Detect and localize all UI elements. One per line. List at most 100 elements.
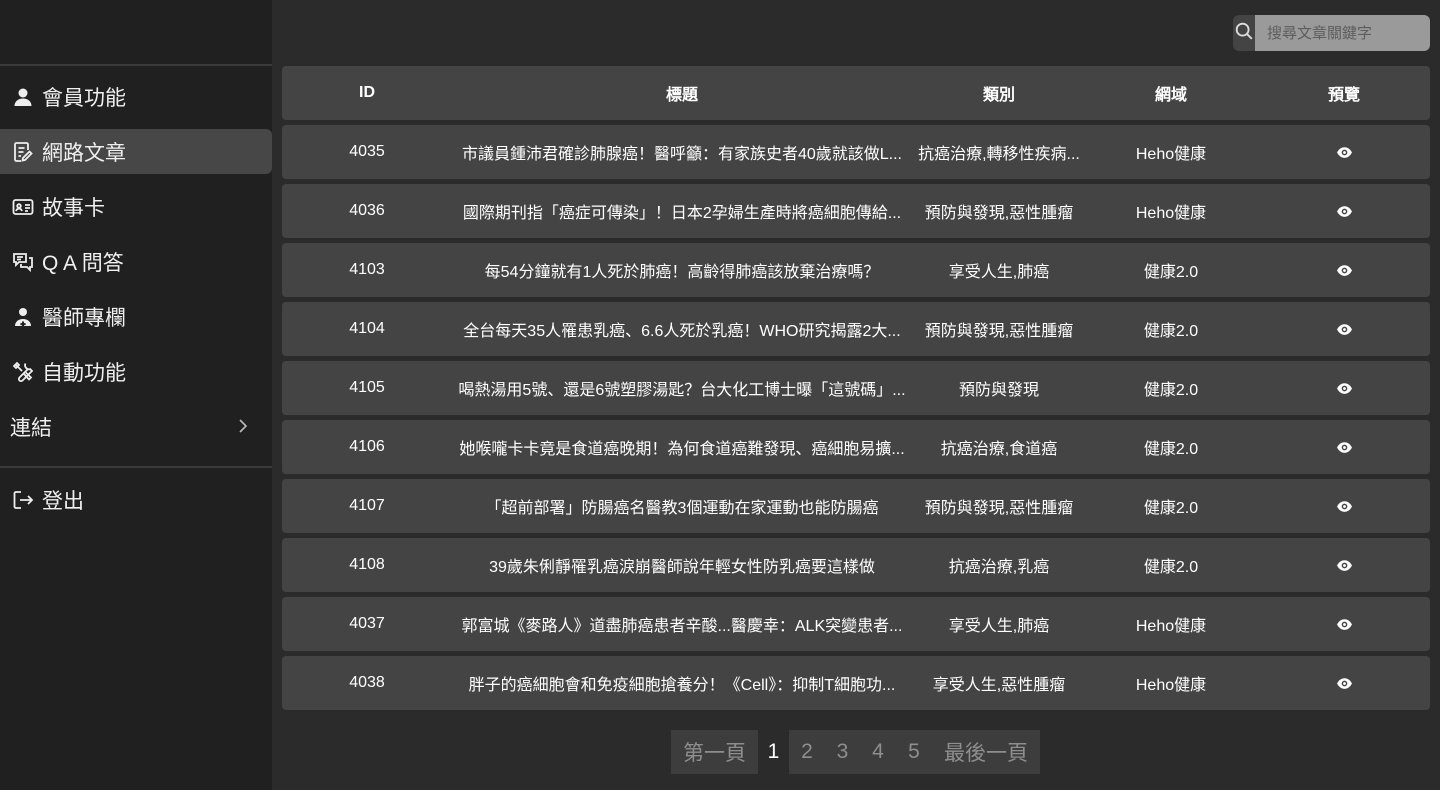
column-header-preview: 預覽 xyxy=(1327,87,1360,104)
article-domain: 健康2.0 xyxy=(1143,264,1199,281)
article-title: 國際期刊指「癌症可傳染」！日本2孕婦生產時將癌細胞傳給... xyxy=(462,205,902,222)
table-row[interactable]: 4106 她喉嚨卡卡竟是食道癌晚期！為何食道癌難發現、癌細胞易擴... 抗癌治療,食… xyxy=(282,420,1430,474)
table-row[interactable]: 4104 全台每天35人罹患乳癌、6.6人死於乳癌！WHO研究揭露2大... 預防與… xyxy=(282,302,1430,356)
preview-button[interactable] xyxy=(1282,184,1406,238)
table-row[interactable]: 4103 每54分鐘就有1人死於肺癌！高齡得肺癌該放棄治療嗎？ 享受人生,肺癌 健康2… xyxy=(282,243,1430,297)
table-row[interactable]: 4105 喝熱湯用5號、還是6號塑膠湯匙？台大化工博士曝「這號碼」... 預防與發現… xyxy=(282,361,1430,415)
id-card-icon xyxy=(10,194,36,220)
article-id: 4107 xyxy=(349,497,385,514)
preview-button[interactable] xyxy=(1282,302,1406,356)
user-icon xyxy=(10,84,36,110)
preview-button[interactable] xyxy=(1282,656,1406,710)
article-category: 抗癌治療,乳癌 xyxy=(948,559,1050,576)
article-id: 4103 xyxy=(349,261,385,278)
table-row[interactable]: 4107 「超前部署」防腸癌名醫教3個運動在家運動也能防腸癌 預防與發現,惡性腫瘤 健… xyxy=(282,479,1430,533)
table-row[interactable]: 4038 胖子的癌細胞會和免疫細胞搶養分！《Cell》：抑制T細胞功... 享受人生… xyxy=(282,656,1430,710)
sidebar-item-automation[interactable]: 自動功能 xyxy=(0,349,272,394)
chat-icon xyxy=(10,249,36,275)
eye-icon xyxy=(1336,557,1353,574)
preview-button[interactable] xyxy=(1282,361,1406,415)
sidebar-item-links[interactable]: 連結 xyxy=(0,404,272,449)
table-row[interactable]: 4037 郭富城《麥路人》道盡肺癌患者辛酸...醫慶幸：ALK突變患者... 享受人… xyxy=(282,597,1430,651)
page-button[interactable]: 2 xyxy=(789,730,825,774)
search-input[interactable] xyxy=(1255,15,1430,51)
table-row[interactable]: 4036 國際期刊指「癌症可傳染」！日本2孕婦生產時將癌細胞傳給... 預防與發現,… xyxy=(282,184,1430,238)
eye-icon xyxy=(1336,616,1353,633)
article-category: 享受人生,肺癌 xyxy=(948,264,1050,281)
eye-icon xyxy=(1336,321,1353,338)
eye-icon xyxy=(1336,380,1353,397)
sidebar-item-member[interactable]: 會員功能 xyxy=(0,74,272,119)
column-header-domain[interactable]: 網域 xyxy=(1098,66,1244,120)
eye-icon xyxy=(1336,262,1353,279)
preview-button[interactable] xyxy=(1282,538,1406,592)
eye-icon xyxy=(1336,439,1353,456)
article-title: 胖子的癌細胞會和免疫細胞搶養分！《Cell》：抑制T細胞功... xyxy=(468,677,896,694)
table-row[interactable]: 4108 39歲朱俐靜罹乳癌淚崩醫師說年輕女性防乳癌要這樣做 抗癌治療,乳癌 健康2.… xyxy=(282,538,1430,592)
sidebar-item-qa[interactable]: Q A 問答 xyxy=(0,239,272,284)
article-id: 4036 xyxy=(349,202,385,219)
article-domain: 健康2.0 xyxy=(1143,559,1199,576)
article-category: 抗癌治療,轉移性疾病... xyxy=(918,146,1080,163)
pagination: 第一頁 1 2 3 4 5 最後一頁 xyxy=(671,730,1040,774)
last-page-button[interactable]: 最後一頁 xyxy=(932,730,1040,774)
page-button[interactable]: 3 xyxy=(825,730,860,774)
article-domain: Heho健康 xyxy=(1135,146,1207,163)
doctor-icon xyxy=(10,304,36,330)
article-domain: Heho健康 xyxy=(1135,205,1207,222)
sidebar-item-story-cards[interactable]: 故事卡 xyxy=(0,184,272,229)
search-button[interactable] xyxy=(1233,15,1255,51)
article-id: 4037 xyxy=(349,615,385,632)
article-category: 預防與發現,惡性腫瘤 xyxy=(924,500,1074,517)
first-page-button[interactable]: 第一頁 xyxy=(671,730,758,774)
logout-icon xyxy=(10,487,36,513)
article-id: 4035 xyxy=(349,143,385,160)
article-title: 39歲朱俐靜罹乳癌淚崩醫師說年輕女性防乳癌要這樣做 xyxy=(489,559,875,576)
sidebar-item-label: 故事卡 xyxy=(42,196,105,220)
eye-icon xyxy=(1336,675,1353,692)
sidebar-item-label: 醫師專欄 xyxy=(42,306,126,330)
column-header-title[interactable]: 標題 xyxy=(454,66,910,120)
sidebar-divider-top xyxy=(0,64,272,66)
logout-button[interactable]: 登出 xyxy=(0,477,272,522)
article-id: 4106 xyxy=(349,438,385,455)
sidebar: 會員功能 網路文章 故事卡 Q A 問答 醫師專欄 自動功能 連結 登出 xyxy=(0,0,272,790)
preview-button[interactable] xyxy=(1282,125,1406,179)
page-button[interactable]: 4 xyxy=(860,730,896,774)
article-title: 全台每天35人罹患乳癌、6.6人死於乳癌！WHO研究揭露2大... xyxy=(463,323,901,340)
article-icon xyxy=(10,139,36,165)
article-category: 預防與發現,惡性腫瘤 xyxy=(924,205,1074,222)
preview-button[interactable] xyxy=(1282,479,1406,533)
article-domain: 健康2.0 xyxy=(1143,500,1199,517)
preview-button[interactable] xyxy=(1282,243,1406,297)
column-header-category[interactable]: 類別 xyxy=(910,66,1088,120)
main-content: ID 標題 類別 網域 預覽 4035 市議員鍾沛君確診肺腺癌！醫呼籲：有家族史者… xyxy=(272,0,1440,790)
preview-button[interactable] xyxy=(1282,597,1406,651)
column-header-id[interactable]: ID xyxy=(317,66,417,120)
sidebar-item-doctor-column[interactable]: 醫師專欄 xyxy=(0,294,272,339)
article-domain: Heho健康 xyxy=(1135,677,1207,694)
article-category: 預防與發現,惡性腫瘤 xyxy=(924,323,1074,340)
article-domain: 健康2.0 xyxy=(1143,323,1199,340)
chevron-right-icon xyxy=(236,416,250,436)
table-row[interactable]: 4035 市議員鍾沛君確診肺腺癌！醫呼籲：有家族史者40歲就該做L... 抗癌治療,… xyxy=(282,125,1430,179)
table-header: ID 標題 類別 網域 預覽 xyxy=(282,66,1430,120)
article-id: 4038 xyxy=(349,674,385,691)
article-category: 享受人生,肺癌 xyxy=(948,618,1050,635)
article-title: 每54分鐘就有1人死於肺癌！高齡得肺癌該放棄治療嗎？ xyxy=(484,264,880,281)
page-button[interactable]: 5 xyxy=(896,730,932,774)
article-title: 喝熱湯用5號、還是6號塑膠湯匙？台大化工博士曝「這號碼」... xyxy=(458,382,906,399)
article-category: 預防與發現 xyxy=(958,382,1039,399)
sidebar-item-articles[interactable]: 網路文章 xyxy=(0,129,272,174)
sidebar-item-label: 自動功能 xyxy=(42,361,126,385)
sidebar-item-label: Q A 問答 xyxy=(42,251,124,275)
eye-icon xyxy=(1336,203,1353,220)
sidebar-item-label: 連結 xyxy=(10,416,52,440)
article-category: 享受人生,惡性腫瘤 xyxy=(932,677,1066,694)
preview-button[interactable] xyxy=(1282,420,1406,474)
eye-icon xyxy=(1336,498,1353,515)
current-page: 1 xyxy=(767,740,780,763)
sidebar-item-label: 會員功能 xyxy=(42,86,126,110)
article-id: 4108 xyxy=(349,556,385,573)
article-id: 4104 xyxy=(349,320,385,337)
